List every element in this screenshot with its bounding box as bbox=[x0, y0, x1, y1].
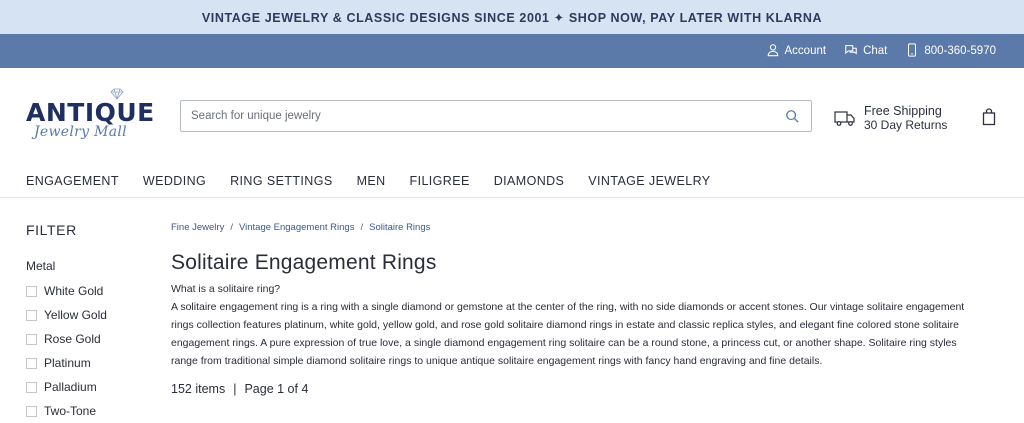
metal-option-platinum[interactable]: Platinum bbox=[26, 351, 156, 375]
breadcrumb: Fine Jewelry / Vintage Engagement Rings … bbox=[171, 222, 991, 233]
main-content: Fine Jewelry / Vintage Engagement Rings … bbox=[171, 222, 991, 396]
metal-option-label: White Gold bbox=[44, 284, 104, 298]
chat-label: Chat bbox=[863, 45, 888, 57]
account-link[interactable]: Account bbox=[766, 43, 827, 60]
metal-option-label: Rose Gold bbox=[44, 332, 101, 346]
phone-icon bbox=[905, 42, 919, 60]
utility-bar: Account Chat 800-360-5970 bbox=[0, 34, 1024, 68]
truck-icon bbox=[834, 111, 855, 126]
chat-icon bbox=[844, 43, 858, 60]
shipping-subtitle: 30 Day Returns bbox=[864, 118, 948, 132]
page-info: Page 1 of 4 bbox=[244, 382, 309, 396]
page-title: Solitaire Engagement Rings bbox=[171, 251, 437, 274]
breadcrumb-separator: / bbox=[360, 222, 364, 233]
filter-title: FILTER bbox=[26, 222, 77, 238]
user-icon bbox=[766, 43, 780, 60]
cart-button[interactable] bbox=[982, 108, 998, 126]
nav-item-engagement[interactable]: ENGAGEMENT bbox=[26, 174, 119, 188]
phone-number: 800-360-5970 bbox=[924, 45, 996, 57]
logo-main-text: ANTIQUE bbox=[26, 98, 155, 127]
metal-option-label: Palladium bbox=[44, 380, 97, 394]
shipping-info[interactable]: Free Shipping 30 Day Returns bbox=[834, 104, 947, 132]
phone-link[interactable]: 800-360-5970 bbox=[905, 42, 996, 60]
metal-option-white-gold[interactable]: White Gold bbox=[26, 279, 156, 303]
checkbox[interactable] bbox=[26, 333, 37, 345]
metal-option-palladium[interactable]: Palladium bbox=[26, 375, 156, 399]
checkbox[interactable] bbox=[26, 309, 37, 321]
checkbox[interactable] bbox=[26, 405, 37, 417]
nav-item-wedding[interactable]: WEDDING bbox=[143, 174, 206, 188]
account-label: Account bbox=[784, 45, 827, 57]
nav-item-vintage-jewelry[interactable]: VINTAGE JEWELRY bbox=[588, 174, 710, 188]
metal-filter-label: Metal bbox=[26, 259, 56, 273]
nav-item-filigree[interactable]: FILIGREE bbox=[410, 174, 470, 188]
shipping-title: Free Shipping bbox=[864, 104, 942, 118]
checkbox[interactable] bbox=[26, 381, 37, 393]
search-icon bbox=[786, 110, 799, 123]
nav-item-ring-settings[interactable]: RING SETTINGS bbox=[230, 174, 332, 188]
breadcrumb-current[interactable]: Solitaire Rings bbox=[369, 222, 430, 233]
promo-text: VINTAGE JEWELRY & CLASSIC DESIGNS SINCE … bbox=[201, 10, 823, 25]
nav-item-men[interactable]: MEN bbox=[357, 174, 386, 188]
metal-option-label: Two-Tone bbox=[44, 404, 97, 418]
metal-option-label: Yellow Gold bbox=[44, 308, 107, 322]
breadcrumb-link[interactable]: Vintage Engagement Rings bbox=[239, 222, 355, 233]
site-logo[interactable]: ANTIQUE Jewelry Mall bbox=[26, 88, 166, 146]
search-button[interactable] bbox=[783, 107, 801, 125]
metal-option-rose-gold[interactable]: Rose Gold bbox=[26, 327, 156, 351]
checkbox[interactable] bbox=[26, 285, 37, 297]
chat-link[interactable]: Chat bbox=[844, 43, 887, 60]
items-count: 152 items bbox=[171, 382, 226, 396]
nav-item-diamonds[interactable]: DIAMONDS bbox=[494, 174, 565, 188]
filter-sidebar: FILTER Metal White Gold Yellow Gold Rose… bbox=[26, 222, 156, 423]
metal-option-two-tone[interactable]: Two-Tone bbox=[26, 399, 156, 423]
checkbox[interactable] bbox=[26, 357, 37, 369]
metal-filter-list: White Gold Yellow Gold Rose Gold Platinu… bbox=[26, 279, 156, 423]
logo-sub-text: Jewelry Mall bbox=[34, 124, 127, 140]
search-bar bbox=[180, 100, 812, 132]
category-description: A solitaire engagement ring is a ring wi… bbox=[171, 301, 965, 367]
results-separator: | bbox=[233, 382, 237, 396]
site-header: ANTIQUE Jewelry Mall Free Shipping 30 Da… bbox=[0, 68, 1024, 164]
description-question: What is a solitaire ring? bbox=[171, 283, 281, 295]
main-nav: ENGAGEMENT WEDDING RING SETTINGS MEN FIL… bbox=[0, 164, 1024, 198]
metal-option-yellow-gold[interactable]: Yellow Gold bbox=[26, 303, 156, 327]
search-input[interactable] bbox=[191, 110, 783, 122]
breadcrumb-link[interactable]: Fine Jewelry bbox=[171, 222, 224, 233]
shopping-bag-icon bbox=[982, 108, 996, 126]
promo-banner[interactable]: VINTAGE JEWELRY & CLASSIC DESIGNS SINCE … bbox=[0, 0, 1024, 34]
metal-option-label: Platinum bbox=[44, 356, 91, 370]
results-summary: 152 items | Page 1 of 4 bbox=[171, 382, 991, 396]
breadcrumb-separator: / bbox=[230, 222, 233, 233]
